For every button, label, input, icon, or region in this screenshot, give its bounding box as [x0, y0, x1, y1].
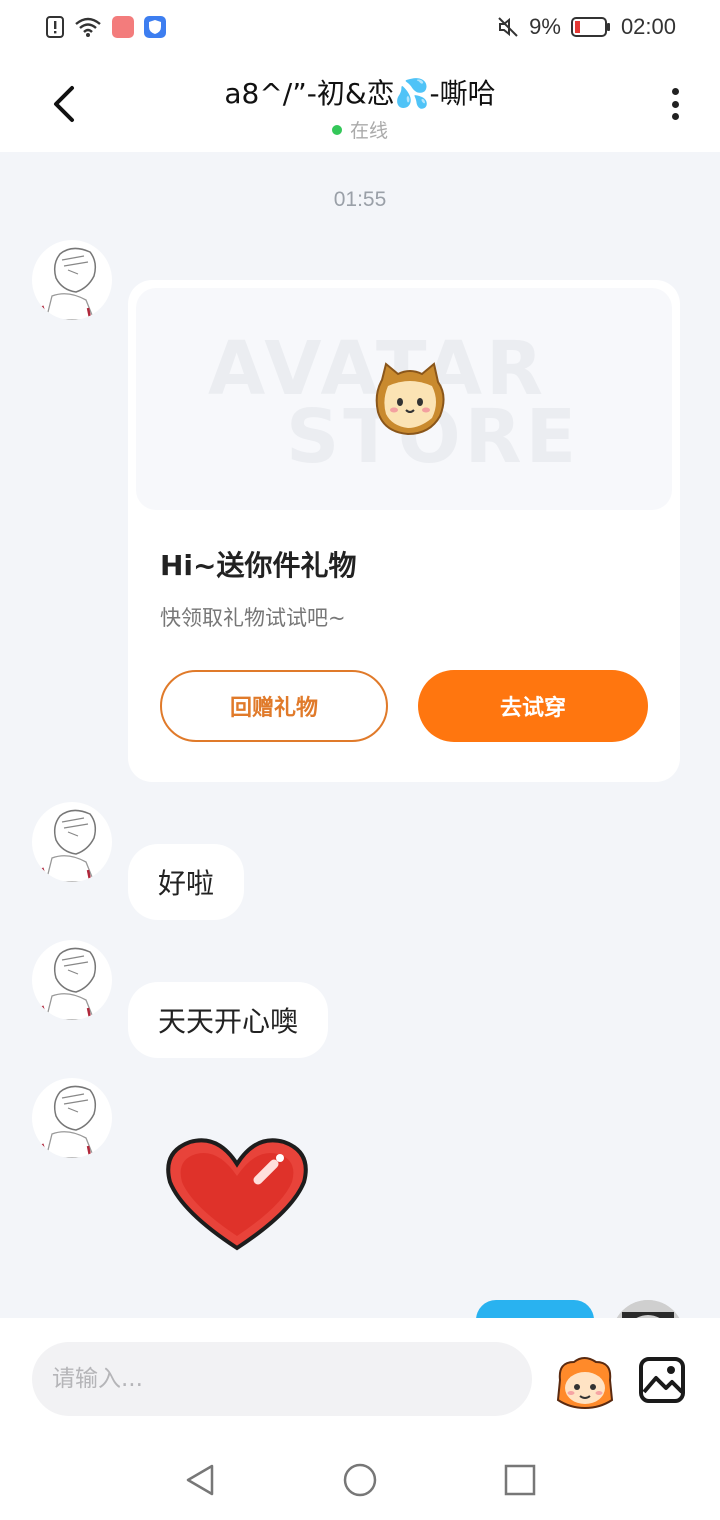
nav-home-icon[interactable] — [340, 1460, 380, 1500]
my-avatar[interactable] — [612, 1300, 684, 1318]
online-indicator — [331, 124, 342, 135]
online-status-text: 在线 — [349, 120, 388, 142]
heart-sticker[interactable] — [162, 1136, 312, 1254]
battery-percent: 9% — [529, 14, 561, 39]
battery-icon — [570, 17, 610, 37]
emoji-sticker-button[interactable] — [554, 1354, 616, 1410]
message-timestamp: 01:55 — [333, 188, 387, 211]
contact-avatar[interactable] — [32, 240, 112, 320]
image-picker-button[interactable] — [638, 1356, 686, 1404]
return-gift-button[interactable]: 回赠礼物 — [160, 670, 388, 742]
mute-icon — [498, 17, 518, 37]
back-button[interactable] — [44, 82, 84, 126]
contact-avatar[interactable] — [32, 802, 112, 882]
toast-cat-icon — [375, 362, 445, 436]
contact-avatar[interactable] — [32, 940, 112, 1020]
chat-header: a8^/”-初&恋💦-嘶哈 在线 — [0, 56, 720, 152]
wifi-icon — [75, 17, 101, 37]
status-bar: 9% 02:00 — [0, 0, 720, 56]
message-bubble[interactable]: 好啦 — [128, 844, 245, 920]
more-dot — [671, 100, 679, 108]
clock: 02:00 — [620, 14, 676, 39]
contact-avatar[interactable] — [32, 1078, 112, 1158]
sim-alert-icon — [46, 16, 64, 38]
shield-app-icon — [144, 16, 166, 38]
input-bar — [0, 1318, 720, 1430]
gift-title: Hi~送你件礼物 — [160, 549, 357, 582]
huawei-app-icon — [112, 16, 134, 38]
message-input[interactable] — [32, 1342, 532, 1416]
try-on-button[interactable]: 去试穿 — [418, 670, 648, 742]
outgoing-message-bubble[interactable] — [476, 1300, 594, 1318]
gift-card[interactable]: AVATAR STORE Hi~送你件礼物 快领取礼物试试吧~ 回赠礼物 去试穿 — [128, 280, 680, 782]
message-bubble[interactable]: 天天开心噢 — [128, 982, 329, 1058]
contact-name: a8^/”-初&恋💦-嘶哈 — [224, 77, 496, 110]
more-options-button[interactable] — [660, 84, 690, 124]
more-dot — [671, 113, 679, 120]
avatar-store-banner: AVATAR STORE — [136, 288, 672, 510]
gift-subtitle: 快领取礼物试试吧~ — [160, 606, 346, 630]
chat-history[interactable]: 01:55 AVATAR STORE Hi~送你件礼物 快领取礼物试试吧~ 回赠… — [0, 152, 720, 1318]
more-dot — [671, 88, 679, 95]
nav-back-icon[interactable] — [180, 1460, 220, 1500]
nav-recents-icon[interactable] — [500, 1460, 540, 1500]
system-navigation-bar — [0, 1430, 720, 1520]
